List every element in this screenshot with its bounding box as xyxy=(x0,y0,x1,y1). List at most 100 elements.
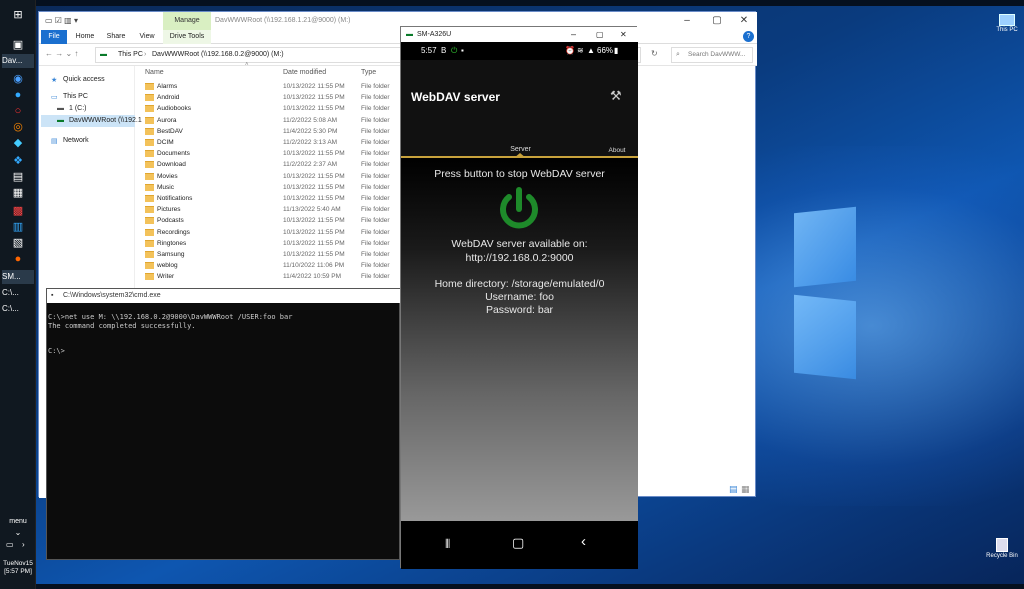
nav-c-drive[interactable]: 1 (C:) xyxy=(69,105,87,112)
app-icon[interactable]: ▤ xyxy=(10,170,26,184)
taskbar-task-cmd[interactable]: C:\... xyxy=(2,286,34,300)
recycle-bin-desktop-icon[interactable]: Recycle Bin xyxy=(982,538,1022,559)
file-row[interactable]: Android 10/13/2022 11:55 PM File folder xyxy=(139,92,439,103)
app-icon[interactable]: ● xyxy=(10,88,26,102)
help-icon[interactable]: ? xyxy=(743,31,754,42)
file-date: 10/13/2022 11:55 PM xyxy=(283,251,345,258)
file-name: Audiobooks xyxy=(157,105,191,113)
file-row[interactable]: Download 11/2/2022 2:37 AM File folder xyxy=(139,159,439,170)
tab-share[interactable]: Share xyxy=(101,30,131,44)
back-icon[interactable]: ‹ xyxy=(581,533,586,550)
column-type[interactable]: Type xyxy=(361,66,376,80)
app-icon[interactable]: ▩ xyxy=(10,204,26,218)
phone-status-bar: 5:57 B ⏻ ▪ ⏰ ≋ ▲ 66% ▮ xyxy=(401,42,638,60)
tab-view[interactable]: View xyxy=(133,30,161,44)
taskbar-task-cmd[interactable]: C:\... xyxy=(2,302,34,316)
cmd-prompt[interactable]: C:\> xyxy=(48,347,65,355)
file-row[interactable]: Writer 11/4/2022 10:59 PM File folder xyxy=(139,271,439,282)
alarm-icon: ⏰ xyxy=(565,46,575,55)
file-type: File folder xyxy=(361,206,390,214)
nav-quick-access[interactable]: Quick access xyxy=(63,76,105,83)
this-pc-desktop-icon[interactable]: This PC xyxy=(990,14,1024,33)
file-row[interactable]: Movies 10/13/2022 11:55 PM File folder xyxy=(139,171,439,182)
app-icon[interactable]: ◆ xyxy=(10,136,26,150)
file-row[interactable]: Ringtones 10/13/2022 11:55 PM File folder xyxy=(139,238,439,249)
app-icon[interactable]: ▧ xyxy=(10,236,26,250)
chevron-down-icon[interactable]: ⌄ xyxy=(0,528,36,537)
tab-drive-tools[interactable]: Drive Tools xyxy=(163,30,211,44)
menu-label[interactable]: menu xyxy=(0,518,36,525)
app-icon[interactable]: ● xyxy=(10,252,26,266)
start-icon[interactable]: ⊞ xyxy=(10,8,26,22)
edge-icon[interactable]: ◉ xyxy=(10,72,26,86)
app-icon[interactable]: ▦ xyxy=(10,186,26,200)
quick-access-toolbar-icon[interactable]: ▭ ☑ ▥ ▾ xyxy=(45,16,78,25)
maximize-icon[interactable]: ▢ xyxy=(703,12,731,30)
recents-icon[interactable]: ⦀ xyxy=(445,537,450,552)
file-name: Android xyxy=(157,94,180,102)
phone-titlebar: ▬ SM-A326U – ▢ ✕ xyxy=(401,27,638,42)
column-date[interactable]: Date modified xyxy=(283,66,326,80)
tab-server[interactable]: Server xyxy=(493,146,548,153)
column-name[interactable]: Name xyxy=(145,66,164,80)
tiles-view-icon[interactable]: ▦ xyxy=(741,484,750,495)
file-row[interactable]: weblog 11/10/2022 11:06 PM File folder xyxy=(139,260,439,271)
search-box[interactable]: ⌕ Search DavWWW... xyxy=(671,47,753,63)
file-name: Music xyxy=(157,183,174,191)
file-row[interactable]: DCIM 11/2/2022 3:13 AM File folder xyxy=(139,137,439,148)
server-content: Press button to stop WebDAV server WebDA… xyxy=(401,158,638,521)
file-row[interactable]: Samsung 10/13/2022 11:55 PM File folder xyxy=(139,249,439,260)
folder-icon xyxy=(145,116,154,124)
minimize-icon[interactable]: – xyxy=(571,27,576,42)
firefox-icon[interactable]: ◎ xyxy=(10,120,26,134)
details-view-icon[interactable]: ▤ xyxy=(729,484,738,495)
breadcrumb-this-pc[interactable]: This PC xyxy=(118,51,143,58)
file-row[interactable]: Notifications 10/13/2022 11:55 PM File fol… xyxy=(139,193,439,204)
file-row[interactable]: Aurora 11/2/2022 5:08 AM File folder xyxy=(139,115,439,126)
breadcrumb-drive[interactable]: DavWWWRoot (\\192.168.0.2@9000) (M:) xyxy=(152,51,284,58)
nav-dav-drive[interactable]: DavWWWRoot (\\192.1 xyxy=(69,117,142,124)
wrench-icon[interactable]: ⚒ xyxy=(610,88,622,104)
file-row[interactable]: Podcasts 10/13/2022 11:55 PM File folder xyxy=(139,215,439,226)
taskbar-task-phone[interactable]: SM... xyxy=(2,270,34,284)
close-icon[interactable]: ✕ xyxy=(620,27,627,42)
cmd-line: C:\>net use M: \\192.168.0.2@9000\DavWWW… xyxy=(48,313,293,321)
tab-about[interactable]: About xyxy=(597,147,637,154)
nav-network[interactable]: Network xyxy=(63,137,89,144)
home-icon[interactable]: ▢ xyxy=(512,535,524,551)
opera-icon[interactable]: ○ xyxy=(10,104,26,118)
nav-this-pc[interactable]: This PC xyxy=(63,93,88,100)
app-icon[interactable]: ❖ xyxy=(10,154,26,168)
minimize-icon[interactable]: – xyxy=(673,12,701,30)
file-row[interactable]: BestDAV 11/4/2022 5:30 PM File folder xyxy=(139,126,439,137)
app-icon[interactable]: ▥ xyxy=(10,220,26,234)
file-row[interactable]: Music 10/13/2022 11:55 PM File folder xyxy=(139,182,439,193)
power-button[interactable] xyxy=(495,185,543,233)
manage-tab[interactable]: Manage xyxy=(163,12,211,30)
maximize-icon[interactable]: ▢ xyxy=(596,27,604,42)
recycle-bin-icon xyxy=(996,538,1008,552)
file-name: BestDAV xyxy=(157,127,183,135)
ribbon-tabs: File Home Share View Drive Tools ? xyxy=(39,30,757,44)
folder-icon xyxy=(145,239,154,247)
file-type: File folder xyxy=(361,239,390,247)
press-button-text: Press button to stop WebDAV server xyxy=(434,168,605,180)
file-name: Podcasts xyxy=(157,217,184,225)
file-row[interactable]: Pictures 11/13/2022 5:40 AM File folder xyxy=(139,204,439,215)
close-icon[interactable]: ✕ xyxy=(731,12,757,30)
window-icon[interactable]: ▭ xyxy=(6,540,14,549)
taskbar-app-icon[interactable]: ▣ xyxy=(10,38,26,52)
folder-icon xyxy=(145,183,154,191)
back-forward-icon[interactable]: ← → ⌄ ↑ xyxy=(45,49,78,58)
taskbar-task-explorer[interactable]: Dav... xyxy=(2,54,34,68)
file-date: 10/13/2022 11:55 PM xyxy=(283,239,345,247)
refresh-icon[interactable]: ↻ xyxy=(651,49,658,58)
file-row[interactable]: Documents 10/13/2022 11:55 PM File folder xyxy=(139,148,439,159)
file-row[interactable]: Alarms 10/13/2022 11:55 PM File folder xyxy=(139,81,439,92)
chevron-right-icon[interactable]: › xyxy=(22,540,25,549)
tab-home[interactable]: Home xyxy=(71,30,99,44)
file-row[interactable]: Recordings 10/13/2022 11:55 PM File folder xyxy=(139,227,439,238)
file-row[interactable]: Audiobooks 10/13/2022 11:55 PM File folder xyxy=(139,103,439,114)
tab-file[interactable]: File xyxy=(41,30,67,44)
file-date: 10/13/2022 11:55 PM xyxy=(283,183,345,191)
